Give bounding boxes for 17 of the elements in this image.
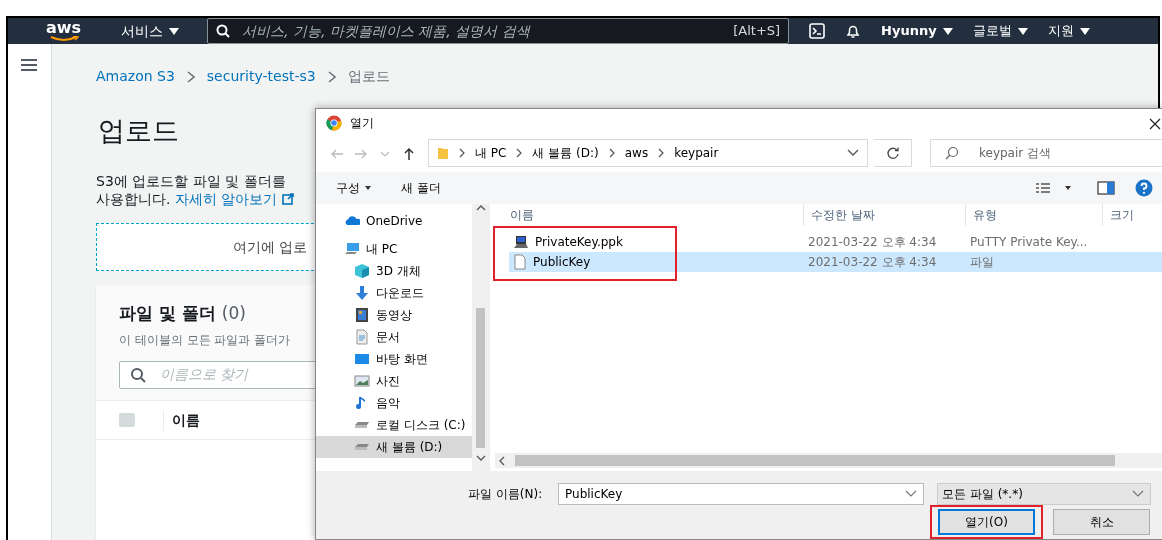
- modified-date: 2021-03-22 오후 4:34: [807, 234, 938, 251]
- dialog-title: 열기: [350, 115, 374, 132]
- file-type: 파일: [969, 254, 995, 271]
- description-text: S3에 업로드할 파일 및 폴더를: [96, 171, 286, 191]
- shortcut-hint: [Alt+S]: [733, 22, 781, 41]
- description-text: 사용합니다.: [96, 191, 171, 208]
- column-header: 이름: [163, 409, 200, 431]
- file-type: PuTTY Private Key...: [969, 234, 1089, 251]
- panel-title: 파일 및 폴더 (0): [119, 302, 246, 326]
- file-name: PublicKey: [533, 254, 591, 271]
- panel-subtitle: 이 테이블의 모든 파일과 폴더가: [119, 331, 291, 349]
- page-title: 업로드: [98, 114, 179, 148]
- file-name: PrivateKey.ppk: [535, 234, 623, 251]
- modified-date: 2021-03-22 오후 4:34: [807, 254, 938, 271]
- drop-zone-text: 여기에 업로: [233, 237, 308, 257]
- field-label: 파일 이름(N):: [468, 486, 544, 503]
- breadcrumb-current: 업로드: [347, 67, 390, 86]
